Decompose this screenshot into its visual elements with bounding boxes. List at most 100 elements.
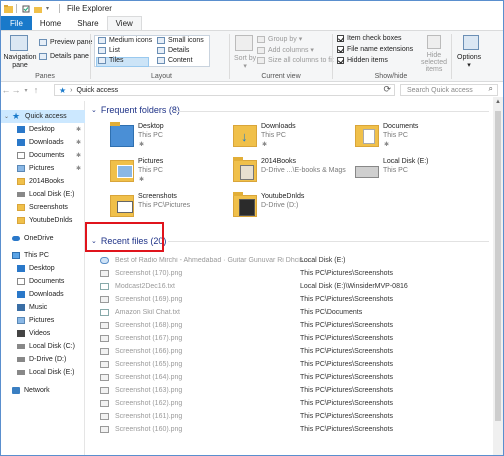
file-location: This PC\Pictures\Screenshots [300,360,393,368]
layout-list[interactable]: List [98,47,120,54]
customize-toolbar-icon[interactable]: ▾ [46,5,54,13]
size-all-columns-label: Size all columns to fit [268,57,334,64]
nav-item-local-disk-c[interactable]: Local Disk (C:) [1,340,85,353]
item-check-boxes-checkbox[interactable]: Item check boxes [337,35,401,42]
nav-item-2014books[interactable]: 2014Books [1,175,85,188]
tile-desktop[interactable]: Desktop This PC ✱ [110,122,230,155]
file-location: Local Disk (E:)\WinsiderMVP-0816 [300,282,408,290]
frequent-folders-header[interactable]: ⌄ Frequent folders (8) [91,105,180,115]
nav-item-youtubednlds[interactable]: YoutubeDnlds [1,214,85,227]
nav-item-downloads[interactable]: Downloads ✱ [1,136,85,149]
pin-icon[interactable]: ✱ [76,165,81,172]
list-item[interactable]: Modcast2Dec16.txt Local Disk (E:)\Winside… [100,280,485,292]
tile-2014books[interactable]: 2014Books D-Drive ...\E-books & Mags [233,157,353,190]
nav-label: Desktop [29,126,55,133]
hide-selected-items-button[interactable]: Hide selected items [419,52,449,73]
layout-details[interactable]: Details [157,47,189,54]
pin-icon[interactable]: ✱ [139,176,144,183]
search-input[interactable]: Search Quick access ⌕ [400,84,498,96]
chevron-down-icon[interactable]: ⌄ [4,113,9,120]
list-item[interactable]: Screenshot (165).png This PC\Pictures\Scr… [100,358,485,370]
address-field[interactable]: ★ › Quick access ⟳ [54,84,395,96]
tab-home[interactable]: Home [32,16,69,30]
nav-item-screenshots[interactable]: Screenshots [1,201,85,214]
list-item[interactable]: Screenshot (168).png This PC\Pictures\Scr… [100,319,485,331]
list-item[interactable]: Screenshot (163).png This PC\Pictures\Scr… [100,384,485,396]
properties-icon[interactable] [22,5,30,13]
list-item[interactable]: Amazon Skil Chat.txt This PC\Documents [100,306,485,318]
nav-item-quick-access[interactable]: ⌄ ★ Quick access [1,110,85,123]
nav-item-pc-desktop[interactable]: Desktop [1,262,85,275]
nav-item-pc-documents[interactable]: Documents [1,275,85,288]
nav-item-videos[interactable]: Videos [1,327,85,340]
refresh-icon[interactable]: ⟳ [383,84,391,95]
nav-item-local-disk-e[interactable]: Local Disk (E:) [1,188,85,201]
file-name-extensions-checkbox[interactable]: File name extensions [337,46,413,53]
pin-icon[interactable]: ✱ [139,141,144,148]
vertical-scrollbar[interactable]: ▲ [493,97,503,455]
list-item[interactable]: Screenshot (167).png This PC\Pictures\Scr… [100,332,485,344]
onedrive-icon [12,236,20,241]
file-location: This PC\Pictures\Screenshots [300,295,393,303]
nav-item-desktop[interactable]: Desktop ✱ [1,123,85,136]
nav-item-music[interactable]: Music [1,301,85,314]
new-folder-icon[interactable] [34,5,42,13]
list-item[interactable]: Screenshot (164).png This PC\Pictures\Scr… [100,371,485,383]
layout-small-icons[interactable]: Small icons [157,37,204,44]
layout-tiles[interactable]: Tiles [98,57,124,64]
nav-item-pc-local-disk-e[interactable]: Local Disk (E:) [1,366,85,379]
folder-icon [110,195,134,217]
add-columns-button[interactable]: Add columns ▾ [257,46,314,54]
list-item[interactable]: Screenshot (166).png This PC\Pictures\Scr… [100,345,485,357]
nav-item-documents[interactable]: Documents ✱ [1,149,85,162]
tile-downloads[interactable]: Downloads This PC ✱ [233,123,353,155]
layout-medium-icons[interactable]: Medium icons [98,37,152,44]
nav-item-onedrive[interactable]: OneDrive [1,232,85,245]
network-icon [12,387,20,394]
scrollbar-thumb[interactable] [495,111,501,421]
tile-pictures[interactable]: Pictures This PC ✱ [110,158,230,190]
nav-label: This PC [24,252,49,259]
size-all-columns-button[interactable]: Size all columns to fit [257,57,334,64]
sort-by-button[interactable]: Sort by ▾ [234,55,256,71]
list-item[interactable]: Screenshot (170).png This PC\Pictures\Scr… [100,267,485,279]
tab-view[interactable]: View [106,16,142,30]
list-item[interactable]: Best of Radio Mirchi - Ahmedabad · Guita… [100,254,485,266]
nav-item-this-pc[interactable]: This PC [1,249,85,262]
pin-icon[interactable]: ✱ [76,152,81,159]
nav-item-d-drive[interactable]: D-Drive (D:) [1,353,85,366]
pin-icon[interactable]: ✱ [262,141,267,148]
pin-icon[interactable]: ✱ [76,139,81,146]
tab-share[interactable]: Share [69,16,106,30]
nav-label: Desktop [29,265,55,272]
pin-icon[interactable]: ✱ [384,141,389,148]
sort-by-label: Sort by [234,55,257,62]
forward-arrow-icon[interactable]: → [11,85,21,95]
tile-screenshots[interactable]: Screenshots This PC\Pictures [110,193,230,225]
nav-item-pictures[interactable]: Pictures ✱ [1,162,85,175]
tile-youtubednlds[interactable]: YoutubeDnlds D-Drive (D:) [233,192,353,225]
tab-file[interactable]: File [1,16,32,30]
tile-documents[interactable]: Documents This PC ✱ [355,123,475,155]
list-item[interactable]: Screenshot (162).png This PC\Pictures\Scr… [100,397,485,409]
section-divider [174,111,489,112]
up-arrow-icon[interactable]: ↑ [31,85,41,95]
options-button[interactable]: Options ▾ [457,54,481,70]
nav-item-network[interactable]: Network [1,384,85,397]
hidden-items-checkbox[interactable]: Hidden items [337,57,388,64]
file-name: Screenshot (165).png [115,360,183,368]
recent-locations-chevron-icon[interactable]: ▾ [21,87,31,94]
layout-content[interactable]: Content [157,57,193,64]
nav-item-pc-downloads[interactable]: Downloads [1,288,85,301]
pin-icon[interactable]: ✱ [76,126,81,133]
group-by-button[interactable]: Group by ▾ [257,35,302,43]
back-arrow-icon[interactable]: ← [1,85,11,95]
scroll-up-icon[interactable]: ▲ [495,99,501,105]
list-item[interactable]: Screenshot (160).png This PC\Pictures\Scr… [100,423,485,435]
list-item[interactable]: Screenshot (161).png This PC\Pictures\Scr… [100,410,485,422]
file-name: Screenshot (169).png [115,295,183,303]
tile-local-disk-e[interactable]: Local Disk (E:) This PC [355,158,475,190]
nav-item-pc-pictures[interactable]: Pictures [1,314,85,327]
image-file-icon [100,386,109,394]
list-item[interactable]: Screenshot (169).png This PC\Pictures\Scr… [100,293,485,305]
